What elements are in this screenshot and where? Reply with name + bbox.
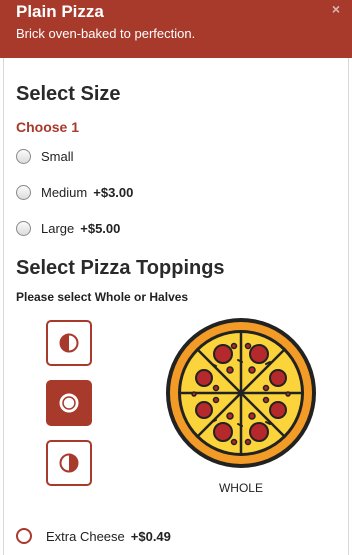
radio-button[interactable] xyxy=(16,148,31,164)
size-option-price: +$3.00 xyxy=(93,184,134,200)
left-half-button[interactable] xyxy=(46,320,92,366)
left-half-icon xyxy=(59,333,79,353)
whole-button[interactable] xyxy=(46,380,92,426)
toppings-instruction: Please select Whole or Halves xyxy=(16,290,189,304)
topping-extra-cheese[interactable]: Extra Cheese +$0.49 xyxy=(16,526,171,546)
size-option-label: Small xyxy=(41,148,74,164)
right-half-button[interactable] xyxy=(46,440,92,486)
right-half-icon xyxy=(59,453,79,473)
radio-button[interactable] xyxy=(16,220,31,236)
size-option-medium[interactable]: Medium +$3.00 xyxy=(16,182,133,202)
item-subtitle: Brick oven-baked to perfection. xyxy=(16,26,196,41)
modal-border-right xyxy=(348,58,349,555)
pizza-icon xyxy=(166,318,316,468)
topping-label: Extra Cheese xyxy=(46,528,125,544)
topping-radio[interactable] xyxy=(16,528,32,544)
size-option-small[interactable]: Small xyxy=(16,146,74,166)
size-option-price: +$5.00 xyxy=(80,220,121,236)
whole-circle-icon xyxy=(59,393,79,413)
toppings-section-title: Select Pizza Toppings xyxy=(16,257,225,279)
modal-border-left xyxy=(3,58,4,555)
size-section-title: Select Size xyxy=(16,83,121,105)
size-option-label: Medium xyxy=(41,184,88,200)
radio-button[interactable] xyxy=(16,184,31,200)
size-option-label: Large xyxy=(41,220,75,236)
item-title: Plain Pizza xyxy=(16,2,104,21)
size-option-large[interactable]: Large +$5.00 xyxy=(16,218,120,238)
close-icon[interactable]: × xyxy=(332,1,340,17)
topping-price: +$0.49 xyxy=(130,528,171,544)
pizza-selection-label: WHOLE xyxy=(218,481,263,495)
modal-header: Plain Pizza Brick oven-baked to perfecti… xyxy=(0,0,352,58)
choose-label: Choose 1 xyxy=(16,119,80,135)
